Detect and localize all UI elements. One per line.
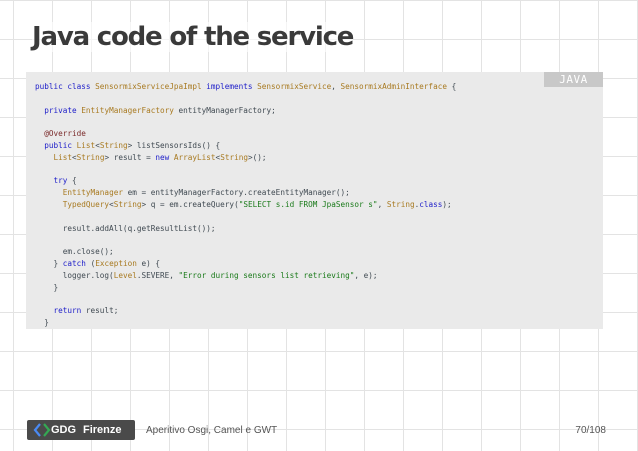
code-line: logger.log(Level.SEVERE, "Error during s…: [35, 271, 378, 280]
code-token: }: [35, 317, 49, 327]
code-line: private EntityManagerFactory entityManag…: [35, 105, 276, 115]
code-line: } catch (Exception e) {: [35, 258, 161, 268]
code-line: List<String> result = new ArrayList<Stri…: [35, 152, 267, 162]
code-language-label: JAVA: [544, 72, 603, 87]
code-line: @Override: [35, 129, 86, 138]
code-line: public class SensormixServiceJpaImpl imp…: [35, 82, 456, 91]
code-token: try: [53, 176, 68, 186]
code-token: > result =: [104, 152, 156, 162]
code-line: result.addAll(q.getResultList());: [35, 224, 216, 233]
code-line: }: [35, 282, 59, 292]
code-token: @Override: [44, 129, 86, 139]
logo-city-text: Firenze: [83, 424, 122, 436]
code-token: em.close();: [35, 247, 114, 257]
code-token: new: [155, 152, 174, 162]
code-token: String: [220, 152, 248, 162]
code-token: );: [442, 199, 452, 209]
code-token: String: [76, 152, 105, 162]
code-token: private: [44, 105, 82, 115]
code-token: implements: [201, 82, 258, 91]
code-line: }: [35, 318, 49, 327]
code-token: TypedQuery: [62, 199, 110, 209]
code-token: "Error during sensors list retrieving": [178, 270, 355, 280]
code-token: String: [113, 199, 142, 209]
code-token: {: [67, 176, 77, 186]
presentation-title: Aperitivo Osgi, Camel e GWT: [146, 425, 278, 436]
code-token: entityManagerFactory;: [173, 105, 276, 115]
code-token: List: [76, 140, 96, 150]
code-token: class: [419, 199, 443, 209]
code-token: ArrayList: [173, 152, 216, 162]
code-line: return result;: [35, 306, 119, 316]
code-token: "SELECT s.id FROM JpaSensor s": [238, 199, 378, 209]
page-indicator: 70/108: [575, 425, 606, 436]
code-line: public List<String> listSensorsIds() {: [35, 141, 220, 150]
code-token: > q = em.createQuery(: [141, 199, 239, 209]
code-line: try {: [35, 176, 77, 185]
code-line: EntityManager em = entityManagerFactory.…: [35, 188, 350, 197]
code-token: SensormixServiceJpaImpl: [95, 82, 202, 91]
code-token: .SEVERE,: [136, 270, 179, 280]
code-block: JAVA public class SensormixServiceJpaImp…: [26, 72, 603, 329]
slide: { "slide": { "title": "Java code of the …: [0, 0, 638, 451]
logo-gdg-text: GDG: [51, 424, 77, 436]
code-token: (: [85, 258, 96, 268]
code-token: EntityManagerFactory: [81, 105, 174, 115]
code-token: Level: [113, 270, 137, 280]
code-line: TypedQuery<String> q = em.createQuery("S…: [35, 200, 452, 209]
code-token: public: [44, 140, 77, 150]
code-token: }: [35, 258, 63, 268]
code-token: String: [386, 199, 415, 209]
code-token: public class: [35, 82, 96, 91]
code-token: String: [99, 140, 128, 150]
gdg-chevron-icon: [33, 423, 51, 437]
code-token: logger.log(: [35, 270, 114, 280]
code-token: {: [446, 82, 457, 91]
code-token: result.addAll(q.getResultList());: [35, 223, 216, 233]
code-token: Exception: [95, 258, 137, 268]
code-token: EntityManager: [62, 188, 123, 198]
code-token: result;: [81, 306, 119, 316]
code-token: e) {: [136, 258, 161, 268]
code-token: List: [53, 152, 73, 162]
code-token: ,: [377, 199, 387, 209]
java-code: public class SensormixServiceJpaImpl imp…: [35, 81, 456, 329]
code-token: em = entityManagerFactory.createEntityMa…: [122, 188, 350, 198]
code-token: SensormixAdminInterface: [340, 82, 447, 91]
code-token: >();: [247, 152, 267, 162]
code-token: SensormixService: [257, 82, 332, 91]
code-token: catch: [62, 258, 86, 268]
code-token: > listSensorsIds() {: [127, 140, 221, 150]
code-token: , e);: [354, 270, 378, 280]
slide-title: Java code of the service: [32, 22, 354, 52]
code-token: }: [35, 282, 59, 292]
code-token: return: [53, 306, 82, 316]
gdg-firenze-logo: GDG Firenze: [27, 420, 135, 440]
code-token: ,: [331, 82, 341, 91]
code-line: em.close();: [35, 247, 114, 256]
